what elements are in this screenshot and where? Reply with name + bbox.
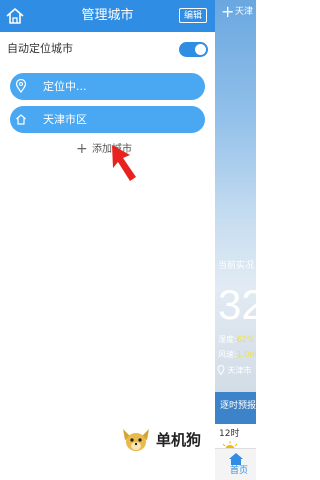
hour-label: 12时 [219,429,240,439]
hourly-forecast-header: 逐时预报 [215,392,256,424]
auto-locate-row: 自动定位城市 [0,32,215,66]
auto-locate-toggle[interactable] [179,42,208,57]
wind-readout: 风速:1.0m [218,349,256,360]
toggle-knob [195,44,206,55]
current-temperature: 32 [218,281,256,328]
home-icon [16,114,26,125]
current-observation-label: 当前实况 [218,261,255,271]
home-icon [229,453,243,465]
weather-main-behind: + 天津 当前实况 32 湿度:62% 风速:1.0m 天津市 逐时预报 12时… [215,0,256,480]
weather-location-label: 天津市 [227,366,252,375]
city-item-tianjin[interactable]: 天津市区 [10,106,205,133]
hourly-forecast-label: 逐时预报 [220,401,256,411]
humidity-readout: 湿度:62% [218,334,254,345]
nav-home-label: 首页 [230,466,249,476]
edit-button[interactable]: 编辑 [179,8,207,23]
city-item-label: 天津市区 [43,113,87,126]
location-pin-icon [217,365,225,376]
auto-locate-label: 自动定位城市 [7,42,73,55]
city-item-label: 定位中... [43,80,87,93]
city-item-locating[interactable]: 定位中... [10,73,205,100]
pointer-arrow-icon [112,145,136,181]
wind-value: 1.0m [236,350,256,359]
city-manager-panel: 管理城市 编辑 自动定位城市 定位中... 天津市区 + 添加城市 [0,0,215,480]
header-bar: 管理城市 编辑 [0,0,215,32]
humidity-value: 62% [236,335,255,344]
watermark-text: 单机狗 [156,431,202,449]
humidity-label: 湿度: [218,335,237,344]
weather-city-title: 天津 [235,7,254,17]
location-pin-icon [15,79,27,93]
add-icon[interactable]: + [221,2,234,22]
plus-icon: + [76,141,88,157]
weather-location: 天津市 [217,365,252,376]
watermark: 单机狗 [118,427,208,455]
watermark-logo-icon [123,429,149,451]
bottom-nav-home[interactable]: 首页 [215,448,256,480]
wind-label: 风速: [218,350,237,359]
